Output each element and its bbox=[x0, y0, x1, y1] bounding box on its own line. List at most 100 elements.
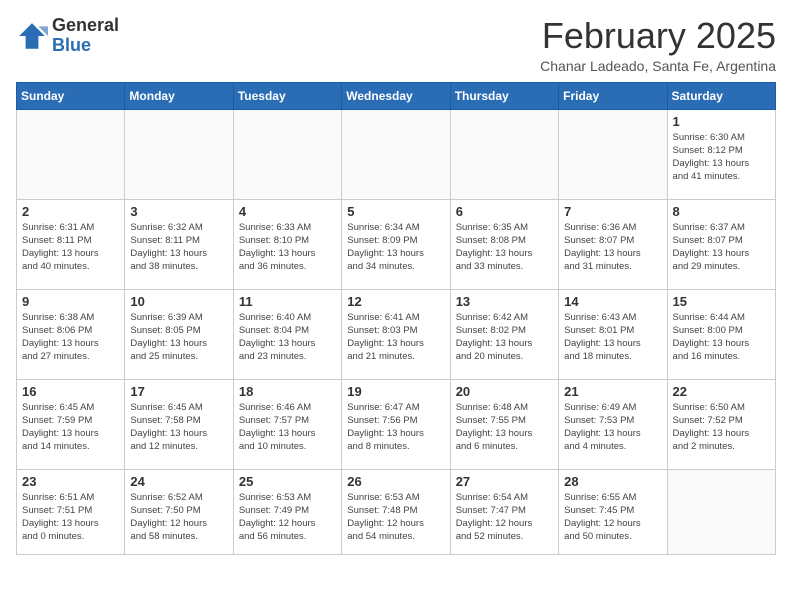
calendar-cell: 15 Sunrise: 6:44 AM Sunset: 8:00 PM Dayli… bbox=[667, 289, 775, 379]
column-header-monday: Monday bbox=[125, 82, 233, 109]
calendar-week-row: 9 Sunrise: 6:38 AM Sunset: 8:06 PM Daylig… bbox=[17, 289, 776, 379]
calendar-table: SundayMondayTuesdayWednesdayThursdayFrid… bbox=[16, 82, 776, 555]
day-info: Sunrise: 6:53 AM Sunset: 7:48 PM Dayligh… bbox=[347, 491, 444, 544]
calendar-cell: 21 Sunrise: 6:49 AM Sunset: 7:53 PM Dayli… bbox=[559, 379, 667, 469]
day-number: 2 bbox=[22, 204, 119, 219]
calendar-week-row: 1Sunrise: 6:30 AM Sunset: 8:12 PM Daylig… bbox=[17, 109, 776, 199]
day-info: Sunrise: 6:34 AM Sunset: 8:09 PM Dayligh… bbox=[347, 221, 444, 274]
day-info: Sunrise: 6:41 AM Sunset: 8:03 PM Dayligh… bbox=[347, 311, 444, 364]
calendar-cell: 5Sunrise: 6:34 AM Sunset: 8:09 PM Daylig… bbox=[342, 199, 450, 289]
day-info: Sunrise: 6:54 AM Sunset: 7:47 PM Dayligh… bbox=[456, 491, 553, 544]
column-header-saturday: Saturday bbox=[667, 82, 775, 109]
day-info: Sunrise: 6:31 AM Sunset: 8:11 PM Dayligh… bbox=[22, 221, 119, 274]
day-number: 18 bbox=[239, 384, 336, 399]
day-number: 22 bbox=[673, 384, 770, 399]
column-header-tuesday: Tuesday bbox=[233, 82, 341, 109]
day-number: 24 bbox=[130, 474, 227, 489]
day-number: 7 bbox=[564, 204, 661, 219]
day-number: 21 bbox=[564, 384, 661, 399]
day-info: Sunrise: 6:45 AM Sunset: 7:59 PM Dayligh… bbox=[22, 401, 119, 454]
calendar-cell bbox=[450, 109, 558, 199]
column-header-wednesday: Wednesday bbox=[342, 82, 450, 109]
logo: General Blue bbox=[16, 16, 119, 56]
day-info: Sunrise: 6:47 AM Sunset: 7:56 PM Dayligh… bbox=[347, 401, 444, 454]
calendar-cell: 22 Sunrise: 6:50 AM Sunset: 7:52 PM Dayli… bbox=[667, 379, 775, 469]
calendar-cell: 6 Sunrise: 6:35 AM Sunset: 8:08 PM Daylig… bbox=[450, 199, 558, 289]
calendar-cell: 25Sunrise: 6:53 AM Sunset: 7:49 PM Dayli… bbox=[233, 469, 341, 554]
day-number: 25 bbox=[239, 474, 336, 489]
calendar-cell: 19Sunrise: 6:47 AM Sunset: 7:56 PM Dayli… bbox=[342, 379, 450, 469]
calendar-cell: 8Sunrise: 6:37 AM Sunset: 8:07 PM Daylig… bbox=[667, 199, 775, 289]
day-number: 13 bbox=[456, 294, 553, 309]
calendar-cell: 3 Sunrise: 6:32 AM Sunset: 8:11 PM Daylig… bbox=[125, 199, 233, 289]
calendar-cell: 4 Sunrise: 6:33 AM Sunset: 8:10 PM Daylig… bbox=[233, 199, 341, 289]
calendar-cell: 9 Sunrise: 6:38 AM Sunset: 8:06 PM Daylig… bbox=[17, 289, 125, 379]
calendar-cell: 12 Sunrise: 6:41 AM Sunset: 8:03 PM Dayli… bbox=[342, 289, 450, 379]
day-number: 6 bbox=[456, 204, 553, 219]
calendar-cell: 23 Sunrise: 6:51 AM Sunset: 7:51 PM Dayli… bbox=[17, 469, 125, 554]
calendar-cell bbox=[342, 109, 450, 199]
day-number: 4 bbox=[239, 204, 336, 219]
day-number: 27 bbox=[456, 474, 553, 489]
day-number: 8 bbox=[673, 204, 770, 219]
day-number: 14 bbox=[564, 294, 661, 309]
day-number: 15 bbox=[673, 294, 770, 309]
day-number: 1 bbox=[673, 114, 770, 129]
day-number: 12 bbox=[347, 294, 444, 309]
day-info: Sunrise: 6:38 AM Sunset: 8:06 PM Dayligh… bbox=[22, 311, 119, 364]
day-info: Sunrise: 6:52 AM Sunset: 7:50 PM Dayligh… bbox=[130, 491, 227, 544]
logo-blue-text: Blue bbox=[52, 35, 91, 55]
day-info: Sunrise: 6:45 AM Sunset: 7:58 PM Dayligh… bbox=[130, 401, 227, 454]
calendar-cell: 27 Sunrise: 6:54 AM Sunset: 7:47 PM Dayli… bbox=[450, 469, 558, 554]
logo-text: General Blue bbox=[52, 16, 119, 56]
day-info: Sunrise: 6:36 AM Sunset: 8:07 PM Dayligh… bbox=[564, 221, 661, 274]
calendar-cell: 11 Sunrise: 6:40 AM Sunset: 8:04 PM Dayli… bbox=[233, 289, 341, 379]
logo-icon bbox=[16, 20, 48, 52]
day-info: Sunrise: 6:39 AM Sunset: 8:05 PM Dayligh… bbox=[130, 311, 227, 364]
calendar-week-row: 2 Sunrise: 6:31 AM Sunset: 8:11 PM Daylig… bbox=[17, 199, 776, 289]
day-number: 28 bbox=[564, 474, 661, 489]
calendar-header-row: SundayMondayTuesdayWednesdayThursdayFrid… bbox=[17, 82, 776, 109]
day-number: 26 bbox=[347, 474, 444, 489]
day-info: Sunrise: 6:42 AM Sunset: 8:02 PM Dayligh… bbox=[456, 311, 553, 364]
day-info: Sunrise: 6:33 AM Sunset: 8:10 PM Dayligh… bbox=[239, 221, 336, 274]
calendar-cell: 1Sunrise: 6:30 AM Sunset: 8:12 PM Daylig… bbox=[667, 109, 775, 199]
day-number: 11 bbox=[239, 294, 336, 309]
title-area: February 2025 Chanar Ladeado, Santa Fe, … bbox=[540, 16, 776, 74]
day-number: 10 bbox=[130, 294, 227, 309]
column-header-thursday: Thursday bbox=[450, 82, 558, 109]
calendar-week-row: 16 Sunrise: 6:45 AM Sunset: 7:59 PM Dayli… bbox=[17, 379, 776, 469]
calendar-cell: 14 Sunrise: 6:43 AM Sunset: 8:01 PM Dayli… bbox=[559, 289, 667, 379]
day-number: 16 bbox=[22, 384, 119, 399]
calendar-cell bbox=[233, 109, 341, 199]
column-header-friday: Friday bbox=[559, 82, 667, 109]
day-info: Sunrise: 6:55 AM Sunset: 7:45 PM Dayligh… bbox=[564, 491, 661, 544]
calendar-cell: 24 Sunrise: 6:52 AM Sunset: 7:50 PM Dayli… bbox=[125, 469, 233, 554]
day-info: Sunrise: 6:50 AM Sunset: 7:52 PM Dayligh… bbox=[673, 401, 770, 454]
day-info: Sunrise: 6:44 AM Sunset: 8:00 PM Dayligh… bbox=[673, 311, 770, 364]
column-header-sunday: Sunday bbox=[17, 82, 125, 109]
day-info: Sunrise: 6:49 AM Sunset: 7:53 PM Dayligh… bbox=[564, 401, 661, 454]
day-number: 23 bbox=[22, 474, 119, 489]
location-subtitle: Chanar Ladeado, Santa Fe, Argentina bbox=[540, 58, 776, 74]
day-number: 20 bbox=[456, 384, 553, 399]
day-info: Sunrise: 6:46 AM Sunset: 7:57 PM Dayligh… bbox=[239, 401, 336, 454]
day-number: 17 bbox=[130, 384, 227, 399]
calendar-cell: 10 Sunrise: 6:39 AM Sunset: 8:05 PM Dayli… bbox=[125, 289, 233, 379]
calendar-cell: 13 Sunrise: 6:42 AM Sunset: 8:02 PM Dayli… bbox=[450, 289, 558, 379]
day-info: Sunrise: 6:35 AM Sunset: 8:08 PM Dayligh… bbox=[456, 221, 553, 274]
day-info: Sunrise: 6:51 AM Sunset: 7:51 PM Dayligh… bbox=[22, 491, 119, 544]
calendar-cell: 28 Sunrise: 6:55 AM Sunset: 7:45 PM Dayli… bbox=[559, 469, 667, 554]
day-number: 9 bbox=[22, 294, 119, 309]
calendar-week-row: 23 Sunrise: 6:51 AM Sunset: 7:51 PM Dayli… bbox=[17, 469, 776, 554]
calendar-cell bbox=[125, 109, 233, 199]
calendar-cell: 2 Sunrise: 6:31 AM Sunset: 8:11 PM Daylig… bbox=[17, 199, 125, 289]
day-number: 3 bbox=[130, 204, 227, 219]
calendar-cell bbox=[667, 469, 775, 554]
calendar-cell bbox=[559, 109, 667, 199]
day-info: Sunrise: 6:40 AM Sunset: 8:04 PM Dayligh… bbox=[239, 311, 336, 364]
day-info: Sunrise: 6:43 AM Sunset: 8:01 PM Dayligh… bbox=[564, 311, 661, 364]
calendar-cell: 17 Sunrise: 6:45 AM Sunset: 7:58 PM Dayli… bbox=[125, 379, 233, 469]
day-info: Sunrise: 6:32 AM Sunset: 8:11 PM Dayligh… bbox=[130, 221, 227, 274]
calendar-cell: 18 Sunrise: 6:46 AM Sunset: 7:57 PM Dayli… bbox=[233, 379, 341, 469]
